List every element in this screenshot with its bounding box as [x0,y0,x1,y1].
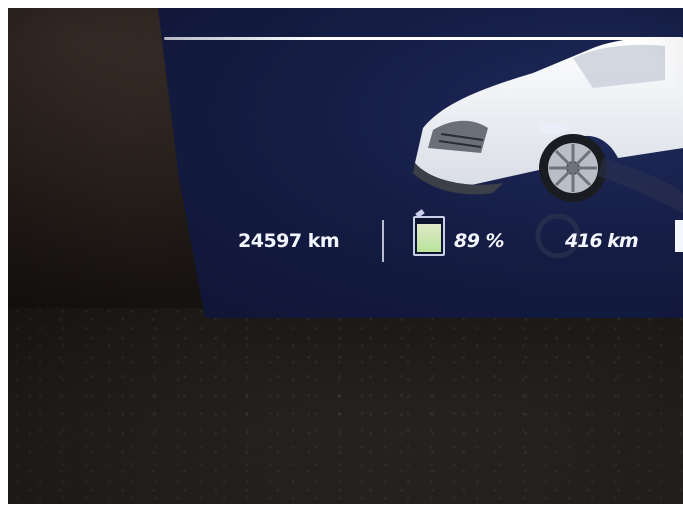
readout-separator [382,220,384,262]
cropped-indicator-icon [675,220,683,252]
odometer-reading: 24597 km [238,230,340,252]
car-icon [413,37,683,258]
dashboard-surface [8,308,683,504]
range-reading: 416 km [565,230,639,252]
battery-level-fill [417,223,441,252]
battery-icon [413,216,445,256]
battery-charge-percentage: 89 % [454,230,505,252]
instrument-cluster-photo: 24597 km 89 % 416 km [8,8,683,504]
